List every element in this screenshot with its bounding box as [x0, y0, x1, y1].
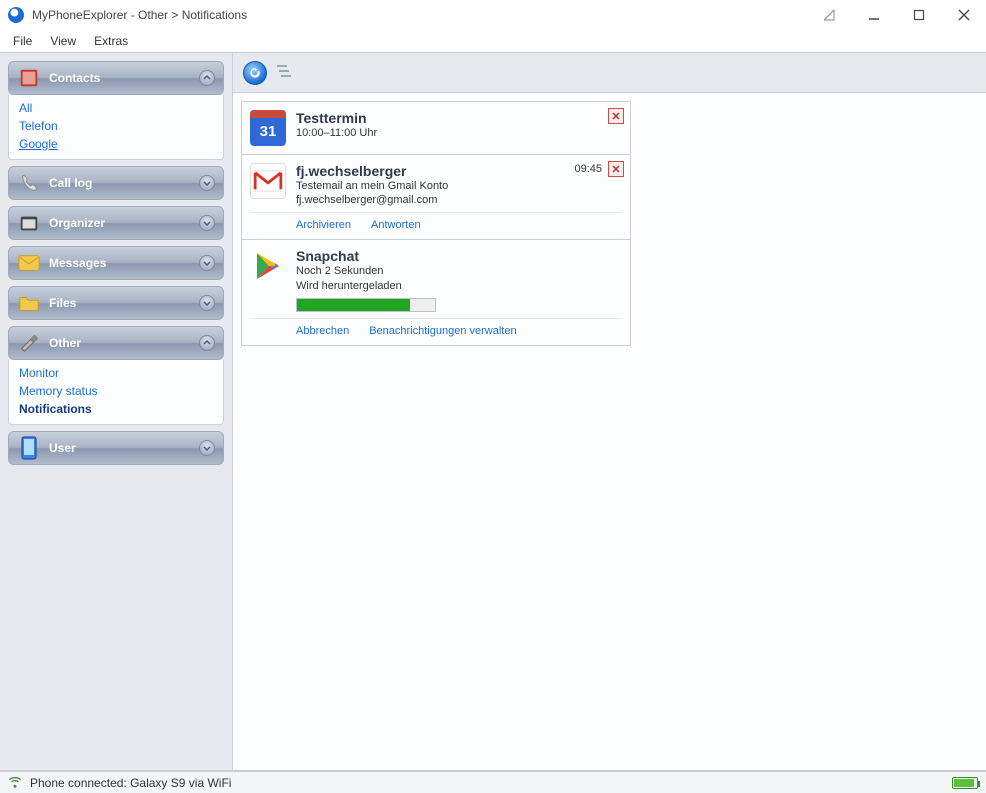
messages-icon	[17, 251, 41, 275]
download-progress	[296, 298, 436, 312]
sidebar-header-organizer[interactable]: Organizer	[8, 206, 224, 240]
sidebar-header-messages[interactable]: Messages	[8, 246, 224, 280]
sidebar-item-notifications[interactable]: Notifications	[19, 402, 213, 416]
sidebar-item-google[interactable]: Google	[19, 137, 213, 151]
contacts-icon	[17, 66, 41, 90]
window-title: MyPhoneExplorer - Other > Notifications	[32, 8, 247, 22]
calendar-day: 31	[260, 118, 277, 146]
content-area: ✕ 31 Testtermin 10:00–11:00 Uhr	[233, 93, 986, 770]
menu-file[interactable]: File	[6, 32, 39, 50]
chevron-down-icon	[199, 215, 215, 231]
action-manage-notifications[interactable]: Benachrichtigungen verwalten	[369, 325, 516, 337]
sidebar-header-user[interactable]: User	[8, 431, 224, 465]
sidebar-item-monitor[interactable]: Monitor	[19, 366, 213, 380]
sidebar-header-other[interactable]: Other	[8, 326, 224, 360]
user-icon	[17, 436, 41, 460]
chevron-down-icon	[199, 175, 215, 191]
toolbar	[233, 53, 986, 93]
notification-gmail[interactable]: 09:45 ✕ fj.wechselberger Testemail an me…	[242, 155, 630, 240]
sidebar-label-files: Files	[49, 296, 76, 310]
action-reply[interactable]: Antworten	[371, 219, 421, 231]
play-store-icon	[250, 248, 286, 284]
refresh-button[interactable]	[243, 61, 267, 85]
notification-title: Snapchat	[296, 248, 622, 264]
sidebar-sub-contacts: All Telefon Google	[8, 95, 224, 160]
sidebar-sub-other: Monitor Memory status Notifications	[8, 360, 224, 425]
sidebar-item-memory-status[interactable]: Memory status	[19, 384, 213, 398]
notification-list: ✕ 31 Testtermin 10:00–11:00 Uhr	[241, 101, 631, 346]
menu-extras[interactable]: Extras	[87, 32, 135, 50]
gmail-icon	[250, 163, 286, 199]
sidebar: Contacts All Telefon Google Call log Org…	[0, 53, 232, 770]
close-icon[interactable]: ✕	[608, 161, 624, 177]
statusbar: Phone connected: Galaxy S9 via WiFi	[0, 771, 986, 793]
notification-calendar[interactable]: ✕ 31 Testtermin 10:00–11:00 Uhr	[242, 102, 630, 155]
calendar-icon: 31	[250, 110, 286, 146]
sidebar-item-telefon[interactable]: Telefon	[19, 119, 213, 133]
sidebar-label-other: Other	[49, 336, 81, 350]
notification-title: Testtermin	[296, 110, 622, 126]
calllog-icon	[17, 171, 41, 195]
menu-view[interactable]: View	[43, 32, 83, 50]
action-archive[interactable]: Archivieren	[296, 219, 351, 231]
other-icon	[17, 331, 41, 355]
sidebar-header-calllog[interactable]: Call log	[8, 166, 224, 200]
chevron-down-icon	[199, 295, 215, 311]
sidebar-item-all[interactable]: All	[19, 101, 213, 115]
chevron-down-icon	[199, 440, 215, 456]
notification-subline: fj.wechselberger@gmail.com	[296, 194, 622, 206]
notification-play[interactable]: Snapchat Noch 2 Sekunden Wird herunterge…	[242, 240, 630, 344]
sidebar-header-files[interactable]: Files	[8, 286, 224, 320]
app-icon	[8, 7, 24, 23]
battery-icon	[952, 777, 978, 789]
sidebar-label-messages: Messages	[49, 256, 106, 270]
chevron-down-icon	[199, 255, 215, 271]
sidebar-label-calllog: Call log	[49, 176, 92, 190]
notification-time: 09:45	[574, 163, 602, 175]
notification-line: Testemail an mein Gmail Konto	[296, 179, 622, 194]
maximize-button[interactable]	[896, 0, 941, 30]
resize-grip-icon[interactable]	[806, 0, 851, 30]
progress-bar	[297, 299, 410, 311]
sidebar-label-user: User	[49, 441, 76, 455]
sort-button[interactable]	[277, 63, 297, 82]
sidebar-label-contacts: Contacts	[49, 71, 100, 85]
close-button[interactable]	[941, 0, 986, 30]
menubar: File View Extras	[0, 30, 986, 52]
close-icon[interactable]: ✕	[608, 108, 624, 124]
notification-subline: Wird heruntergeladen	[296, 280, 622, 292]
notification-line: Noch 2 Sekunden	[296, 264, 622, 279]
main-area: ✕ 31 Testtermin 10:00–11:00 Uhr	[232, 53, 986, 770]
status-text: Phone connected: Galaxy S9 via WiFi	[30, 776, 231, 790]
organizer-icon	[17, 211, 41, 235]
titlebar: MyPhoneExplorer - Other > Notifications	[0, 0, 986, 30]
notification-line: 10:00–11:00 Uhr	[296, 126, 622, 141]
chevron-up-icon	[199, 70, 215, 86]
action-cancel[interactable]: Abbrechen	[296, 325, 349, 337]
sidebar-label-organizer: Organizer	[49, 216, 105, 230]
sidebar-header-contacts[interactable]: Contacts	[8, 61, 224, 95]
chevron-up-icon	[199, 335, 215, 351]
wifi-icon	[8, 774, 22, 791]
minimize-button[interactable]	[851, 0, 896, 30]
files-icon	[17, 291, 41, 315]
notification-title: fj.wechselberger	[296, 163, 622, 179]
